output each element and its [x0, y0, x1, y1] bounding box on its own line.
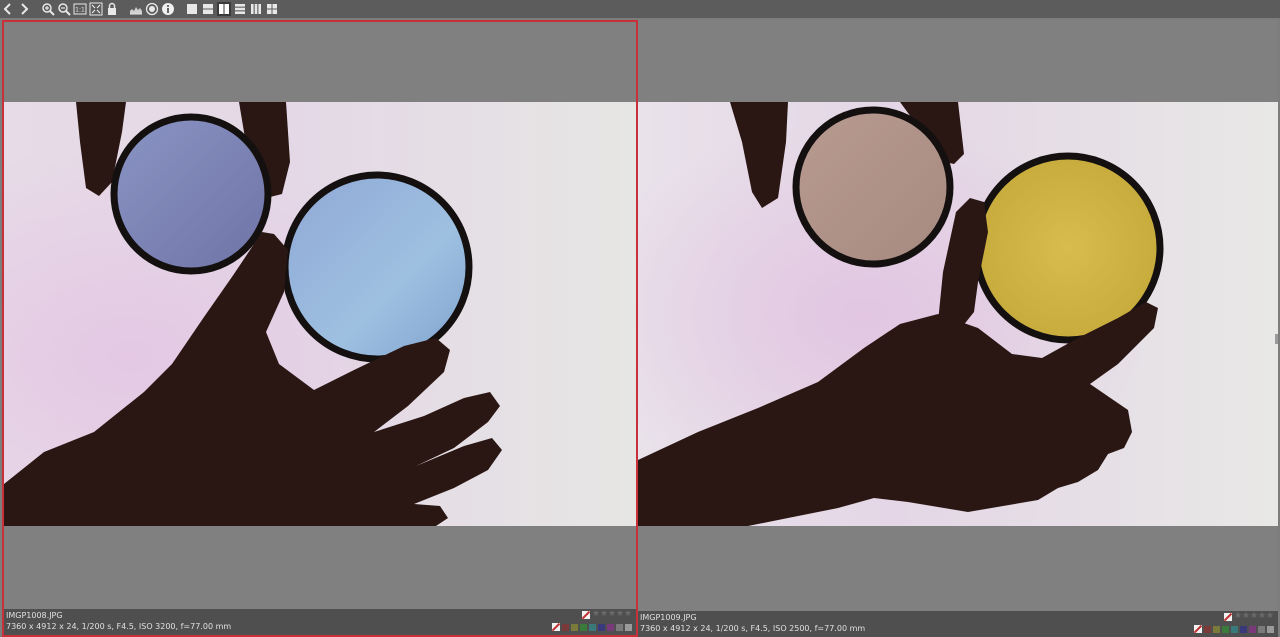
panel-edge-handle[interactable]: [1275, 334, 1278, 344]
layout-columns3-icon[interactable]: [249, 2, 263, 16]
reject-icon[interactable]: [582, 610, 590, 619]
color-label-yellow[interactable]: [571, 623, 578, 631]
left-filename: IMGP1008.JPG: [6, 611, 63, 620]
clear-label-icon[interactable]: [552, 623, 560, 631]
layout-columns-icon[interactable]: [217, 2, 231, 16]
left-image-pane[interactable]: IMGP1008.JPG 7360 x 4912 x 24, 1/200 s, …: [2, 20, 638, 637]
left-rating[interactable]: ★ ★ ★ ★ ★: [582, 610, 632, 619]
star-icon[interactable]: ★: [1234, 612, 1242, 621]
layout-rows3-icon[interactable]: [233, 2, 247, 16]
star-icon[interactable]: ★: [624, 610, 632, 619]
color-label-green[interactable]: [1222, 625, 1229, 633]
star-icon[interactable]: ★: [616, 610, 624, 619]
star-icon[interactable]: ★: [600, 610, 608, 619]
left-color-labels[interactable]: [552, 623, 632, 631]
layout-rows-icon[interactable]: [201, 2, 215, 16]
zoom-100-icon[interactable]: 1:1: [73, 2, 87, 16]
color-label-cyan[interactable]: [1231, 625, 1238, 633]
right-color-labels[interactable]: [1194, 625, 1274, 633]
color-label-gray[interactable]: [616, 623, 623, 631]
left-info-footer: IMGP1008.JPG 7360 x 4912 x 24, 1/200 s, …: [4, 609, 636, 635]
star-icon[interactable]: ★: [1266, 612, 1274, 621]
right-exif: 7360 x 4912 x 24, 1/200 s, F4.5, ISO 250…: [640, 624, 866, 633]
star-icon[interactable]: ★: [1242, 612, 1250, 621]
color-label-green[interactable]: [580, 623, 587, 631]
right-image-pane[interactable]: IMGP1009.JPG 7360 x 4912 x 24, 1/200 s, …: [638, 20, 1278, 637]
zoom-in-icon[interactable]: [41, 2, 55, 16]
zoom-100-label: 1:1: [75, 7, 85, 14]
right-rating[interactable]: ★ ★ ★ ★ ★: [1224, 612, 1274, 621]
reject-icon[interactable]: [1224, 612, 1232, 621]
left-exif: 7360 x 4912 x 24, 1/200 s, F4.5, ISO 320…: [6, 622, 232, 631]
color-label-purple[interactable]: [607, 623, 614, 631]
fit-screen-icon[interactable]: [89, 2, 103, 16]
star-icon[interactable]: ★: [1258, 612, 1266, 621]
right-info-footer: IMGP1009.JPG 7360 x 4912 x 24, 1/200 s, …: [638, 611, 1278, 637]
color-label-white[interactable]: [1267, 625, 1274, 633]
histogram-icon[interactable]: [129, 2, 143, 16]
forward-icon[interactable]: [17, 2, 31, 16]
right-photo[interactable]: [638, 102, 1278, 526]
color-label-gray[interactable]: [1258, 625, 1265, 633]
toolbar: 1:1: [0, 0, 1280, 18]
color-label-red[interactable]: [1204, 625, 1211, 633]
clear-label-icon[interactable]: [1194, 625, 1202, 633]
star-icon[interactable]: ★: [608, 610, 616, 619]
color-label-cyan[interactable]: [589, 623, 596, 631]
color-label-purple[interactable]: [1249, 625, 1256, 633]
star-icon[interactable]: ★: [592, 610, 600, 619]
layout-grid-icon[interactable]: [265, 2, 279, 16]
color-label-blue[interactable]: [598, 623, 605, 631]
zoom-out-icon[interactable]: [57, 2, 71, 16]
back-icon[interactable]: [1, 2, 15, 16]
left-photo[interactable]: [4, 102, 636, 526]
info-icon[interactable]: [161, 2, 175, 16]
layout-single-icon[interactable]: [185, 2, 199, 16]
star-icon[interactable]: ★: [1250, 612, 1258, 621]
focus-icon[interactable]: [145, 2, 159, 16]
color-label-white[interactable]: [625, 623, 632, 631]
color-label-red[interactable]: [562, 623, 569, 631]
color-label-blue[interactable]: [1240, 625, 1247, 633]
right-filename: IMGP1009.JPG: [640, 613, 697, 622]
color-label-yellow[interactable]: [1213, 625, 1220, 633]
lock-icon[interactable]: [105, 2, 119, 16]
